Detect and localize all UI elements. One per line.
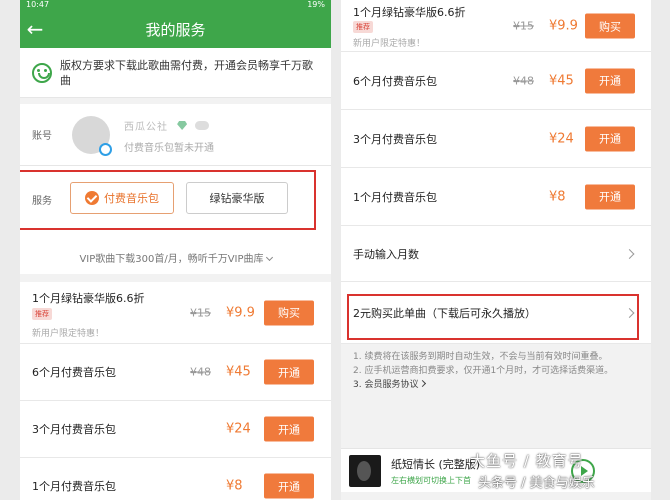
plan-row: 6个月付费音乐包 ¥48 ¥45 开通 xyxy=(20,344,331,401)
plan-row: 1个月绿钻豪华版6.6折 推荐 新用户限定特惠！ ¥15 ¥9.9 购买 xyxy=(20,282,331,344)
chevron-right-icon xyxy=(419,379,427,388)
sale-price: ¥8 xyxy=(226,478,243,494)
sale-price: ¥9.9 xyxy=(549,18,578,34)
app-header: ← 我的服务 xyxy=(20,10,331,48)
open-button[interactable]: 开通 xyxy=(585,68,635,93)
avatar[interactable] xyxy=(72,115,112,156)
single-song-purchase-label: 2元购买此单曲（下载后可永久播放） xyxy=(353,306,536,320)
open-button[interactable]: 开通 xyxy=(264,416,314,442)
plan-name: 6个月付费音乐包 xyxy=(32,366,116,379)
plan-subtitle: 新用户限定特惠！ xyxy=(32,329,105,339)
original-price: ¥15 xyxy=(513,19,534,33)
mini-player[interactable]: 纸短情长 (完整版) 左右横划可切换上下首 xyxy=(341,448,651,492)
service-note[interactable]: VIP歌曲下载300首/月，畅听千万VIP曲库 xyxy=(20,250,331,265)
chevron-right-icon xyxy=(624,248,635,259)
plan-row: 1个月付费音乐包 ¥8 开通 xyxy=(341,168,651,226)
account-row: 账号 西瓜公社 付费音乐包暂未开通 xyxy=(20,104,331,166)
note-line: 1. 续费将在该服务到期时自动生效，不会与当前有效时间重叠。 xyxy=(353,352,608,362)
service-label: 服务 xyxy=(32,196,52,207)
original-price: ¥15 xyxy=(190,306,211,319)
sale-price: ¥45 xyxy=(549,73,574,88)
sale-price: ¥45 xyxy=(226,364,251,380)
service-option-music-pack[interactable]: 付费音乐包 xyxy=(70,182,174,214)
service-option-label: 绿钻豪华版 xyxy=(209,192,265,205)
sale-price: ¥9.9 xyxy=(226,305,255,320)
smile-icon xyxy=(32,62,52,83)
sale-price: ¥8 xyxy=(549,189,566,204)
player-hint: 左右横划可切换上下首 xyxy=(391,475,471,485)
page-title: 我的服务 xyxy=(145,20,206,39)
plan-list: 1个月绿钻豪华版6.6折 推荐 新用户限定特惠！ ¥15 ¥9.9 购买 6个月… xyxy=(341,0,651,226)
plan-name: 1个月绿钻豪华版6.6折 xyxy=(32,292,145,305)
account-info: 西瓜公社 付费音乐包暂未开通 xyxy=(124,115,214,154)
agreement-text: 3. 会员服务协议 xyxy=(353,380,419,390)
open-button[interactable]: 开通 xyxy=(264,473,314,499)
left-screen: 10:47 19% ← 我的服务 版权方要求下载此歌曲需付费，开通会员畅享千万歌… xyxy=(20,0,331,500)
play-icon[interactable] xyxy=(571,459,595,483)
member-agreement-link[interactable]: 3. 会员服务协议 xyxy=(353,378,639,392)
plan-name: 1个月绿钻豪华版6.6折 xyxy=(353,6,466,19)
service-option-label: 付费音乐包 xyxy=(104,192,159,205)
plan-row: 1个月绿钻豪华版6.6折 推荐 新用户限定特惠！ ¥15 ¥9.9 购买 xyxy=(341,0,651,52)
plan-list: 1个月绿钻豪华版6.6折 推荐 新用户限定特惠！ ¥15 ¥9.9 购买 6个月… xyxy=(20,282,331,500)
right-screen: 1个月绿钻豪华版6.6折 推荐 新用户限定特惠！ ¥15 ¥9.9 购买 6个月… xyxy=(341,0,651,500)
service-section: 服务 付费音乐包 绿钻豪华版 VIP歌曲下载300首/月，畅听千万VIP曲库 xyxy=(20,166,331,274)
account-label: 账号 xyxy=(32,131,52,142)
plan-subtitle: 新用户限定特惠！ xyxy=(353,39,426,49)
account-name: 西瓜公社 xyxy=(124,122,168,133)
song-title: 纸短情长 (完整版) xyxy=(391,457,481,471)
plan-row: 1个月付费音乐包 ¥8 开通 xyxy=(20,458,331,500)
check-circle-icon xyxy=(85,191,99,205)
open-button[interactable]: 开通 xyxy=(585,184,635,209)
sale-price: ¥24 xyxy=(549,131,574,146)
note-line: 2. 应手机运营商扣费要求，仅开通1个月时，才可选择话费渠道。 xyxy=(353,366,614,376)
account-status: 付费音乐包暂未开通 xyxy=(124,143,214,154)
recommend-tag: 推荐 xyxy=(353,21,373,33)
original-price: ¥48 xyxy=(513,74,534,87)
open-button[interactable]: 开通 xyxy=(585,126,635,151)
status-bar: 10:47 19% xyxy=(20,0,331,10)
open-button[interactable]: 开通 xyxy=(264,359,314,385)
plan-row: 3个月付费音乐包 ¥24 开通 xyxy=(20,401,331,458)
service-options: 付费音乐包 绿钻豪华版 xyxy=(70,182,288,214)
manual-months-row[interactable]: 手动输入月数 xyxy=(341,226,651,282)
plan-name: 1个月付费音乐包 xyxy=(32,480,116,493)
original-price: ¥48 xyxy=(190,365,211,379)
manual-months-label: 手动输入月数 xyxy=(353,247,419,261)
single-song-purchase-row[interactable]: 2元购买此单曲（下载后可永久播放） xyxy=(341,282,651,344)
album-cover xyxy=(349,454,381,487)
buy-button[interactable]: 购买 xyxy=(264,300,314,325)
qq-badge-icon xyxy=(99,142,112,156)
plan-name: 3个月付费音乐包 xyxy=(32,423,116,436)
level-badge-icon xyxy=(195,121,210,130)
plan-name: 3个月付费音乐包 xyxy=(353,132,437,146)
copyright-notice: 版权方要求下载此歌曲需付费，开通会员畅享千万歌曲 xyxy=(20,48,331,98)
recommend-tag: 推荐 xyxy=(32,308,52,320)
plan-name: 6个月付费音乐包 xyxy=(353,74,437,88)
chevron-down-icon xyxy=(265,253,273,262)
plan-row: 3个月付费音乐包 ¥24 开通 xyxy=(341,110,651,168)
service-note-text: VIP歌曲下载300首/月，畅听千万VIP曲库 xyxy=(79,254,264,265)
service-option-green-diamond[interactable]: 绿钻豪华版 xyxy=(186,182,288,214)
sale-price: ¥24 xyxy=(226,421,251,437)
chevron-right-icon xyxy=(624,307,635,318)
green-diamond-icon xyxy=(177,121,188,130)
status-battery: 19% xyxy=(307,0,325,9)
notice-text: 版权方要求下载此歌曲需付费，开通会员畅享千万歌曲 xyxy=(60,58,313,87)
vip-badges xyxy=(177,115,210,134)
status-time: 10:47 xyxy=(26,0,50,9)
plan-name: 1个月付费音乐包 xyxy=(353,190,437,204)
plan-row: 6个月付费音乐包 ¥48 ¥45 开通 xyxy=(341,52,651,110)
terms-notes: 1. 续费将在该服务到期时自动生效，不会与当前有效时间重叠。 2. 应手机运营商… xyxy=(341,344,651,398)
back-arrow-icon[interactable]: ← xyxy=(20,10,50,48)
buy-button[interactable]: 购买 xyxy=(585,13,635,39)
player-info: 纸短情长 (完整版) 左右横划可切换上下首 xyxy=(391,456,480,486)
